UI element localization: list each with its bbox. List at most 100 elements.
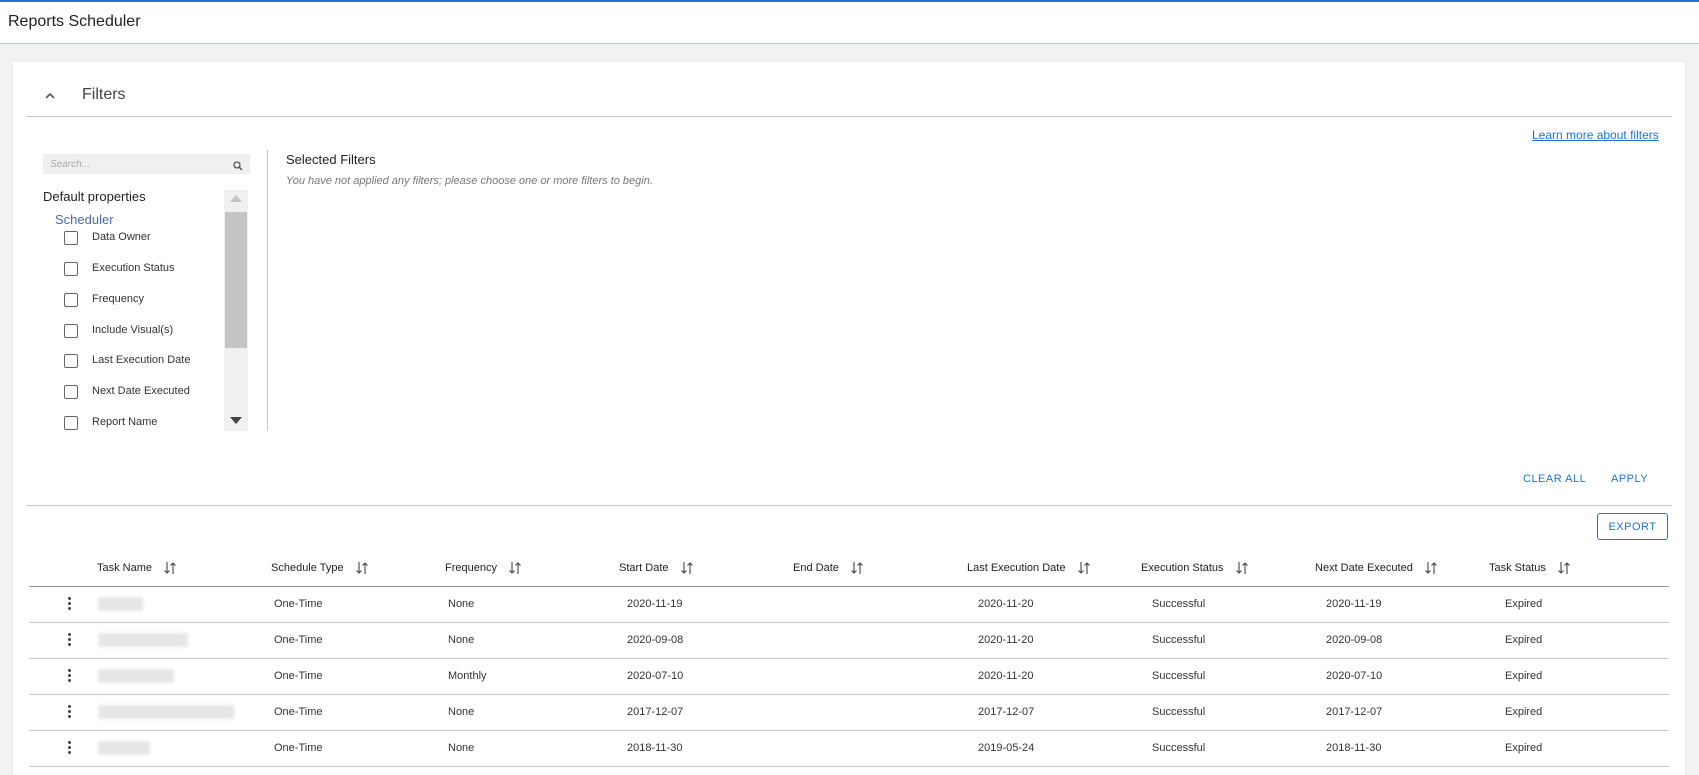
property-last-execution-date[interactable]: Last Execution Date — [64, 351, 224, 371]
cell-schedule-type: One-Time — [274, 742, 323, 754]
sort-icon[interactable] — [355, 561, 369, 575]
cell-start-date: 2020-07-10 — [627, 670, 684, 682]
property-label: Execution Status — [92, 262, 175, 274]
property-data-owner[interactable]: Data Owner — [64, 228, 224, 248]
sort-icon[interactable] — [1077, 561, 1091, 575]
cell-task-status: Expired — [1505, 598, 1543, 610]
table-row[interactable]: One-Time None 2018-11-30 2019-05-24 Succ… — [29, 731, 1669, 767]
kebab-menu-icon[interactable] — [66, 741, 72, 757]
property-include-visuals[interactable]: Include Visual(s) — [64, 321, 224, 341]
kebab-menu-icon[interactable] — [66, 669, 72, 685]
cell-next-date-executed: 2017-12-07 — [1326, 706, 1383, 718]
table-row[interactable]: One-Time Monthly 2020-07-10 2020-11-20 S… — [29, 659, 1669, 695]
cell-execution-status: Successful — [1152, 634, 1206, 646]
column-header-execution-status[interactable]: Execution Status — [1141, 561, 1249, 581]
cell-schedule-type: One-Time — [274, 670, 323, 682]
checkbox[interactable] — [64, 262, 78, 276]
filter-search-box[interactable] — [43, 154, 250, 174]
property-label: Frequency — [92, 293, 144, 305]
property-list-scrollbar[interactable] — [224, 190, 248, 431]
property-label: Report Name — [92, 416, 158, 428]
property-label: Include Visual(s) — [92, 324, 174, 336]
filter-search-input[interactable] — [44, 155, 229, 173]
cell-last-execution-date: 2020-11-20 — [978, 598, 1034, 610]
export-button[interactable]: EXPORT — [1597, 513, 1668, 540]
property-frequency[interactable]: Frequency — [64, 290, 224, 310]
scroll-thumb[interactable] — [225, 212, 247, 348]
cell-frequency: Monthly — [448, 670, 487, 682]
filters-title: Filters — [82, 86, 126, 103]
table-row[interactable]: One-Time None 2020-09-08 2020-11-20 Succ… — [29, 623, 1669, 659]
chevron-up-icon[interactable] — [44, 88, 56, 104]
cell-task-status: Expired — [1505, 742, 1543, 754]
task-name-redacted — [98, 597, 143, 611]
learn-more-link[interactable]: Learn more about filters — [1532, 128, 1659, 142]
column-header-schedule-type[interactable]: Schedule Type — [271, 561, 369, 581]
top-bar: Reports Scheduler — [0, 0, 1699, 44]
property-next-date-executed[interactable]: Next Date Executed — [64, 382, 224, 402]
column-header-task-name[interactable]: Task Name — [97, 561, 177, 581]
task-name-redacted — [98, 633, 188, 647]
selected-filters-title: Selected Filters — [286, 152, 376, 167]
section-divider — [26, 505, 1672, 506]
kebab-menu-icon[interactable] — [66, 705, 72, 721]
cell-start-date: 2018-11-30 — [627, 742, 683, 754]
column-header-last-execution-date[interactable]: Last Execution Date — [967, 561, 1091, 581]
cell-start-date: 2020-11-19 — [627, 598, 683, 610]
cell-last-execution-date: 2019-05-24 — [978, 742, 1035, 754]
sort-icon[interactable] — [850, 561, 864, 575]
sort-icon[interactable] — [1557, 561, 1571, 575]
cell-next-date-executed: 2020-11-19 — [1326, 598, 1382, 610]
cell-last-execution-date: 2017-12-07 — [978, 706, 1035, 718]
task-name-redacted — [98, 705, 234, 719]
checkbox[interactable] — [64, 416, 78, 430]
cell-frequency: None — [448, 706, 475, 718]
cell-execution-status: Successful — [1152, 598, 1206, 610]
kebab-menu-icon[interactable] — [66, 597, 72, 613]
column-header-frequency[interactable]: Frequency — [445, 561, 522, 581]
default-properties-label: Default properties — [43, 189, 146, 204]
checkbox[interactable] — [64, 293, 78, 307]
sort-icon[interactable] — [1235, 561, 1249, 575]
filters-header[interactable]: Filters — [26, 74, 1672, 117]
property-report-name[interactable]: Report Name — [64, 413, 224, 433]
sort-icon[interactable] — [508, 561, 522, 575]
checkbox[interactable] — [64, 385, 78, 399]
property-label: Data Owner — [92, 231, 151, 243]
column-header-task-status[interactable]: Task Status — [1489, 561, 1571, 581]
table-row[interactable]: One-Time None 2020-11-19 2020-11-20 Succ… — [29, 587, 1669, 623]
clear-all-button[interactable]: CLEAR ALL — [1523, 473, 1586, 485]
cell-execution-status: Successful — [1152, 670, 1206, 682]
selected-filters-empty-message: You have not applied any filters; please… — [286, 175, 653, 187]
cell-start-date: 2020-09-08 — [627, 634, 684, 646]
cell-frequency: None — [448, 634, 475, 646]
scroll-up-arrow-icon[interactable] — [230, 195, 242, 202]
checkbox[interactable] — [64, 324, 78, 338]
checkbox[interactable] — [64, 231, 78, 245]
apply-button[interactable]: APPLY — [1611, 473, 1648, 485]
cell-next-date-executed: 2018-11-30 — [1326, 742, 1382, 754]
cell-execution-status: Successful — [1152, 742, 1206, 754]
cell-frequency: None — [448, 742, 475, 754]
task-name-redacted — [98, 669, 174, 683]
task-name-redacted — [98, 741, 150, 755]
table-row[interactable]: One-Time None 2017-12-07 2017-12-07 Succ… — [29, 695, 1669, 731]
property-label: Last Execution Date — [92, 354, 191, 366]
column-header-next-date-executed[interactable]: Next Date Executed — [1315, 561, 1438, 581]
sort-icon[interactable] — [680, 561, 694, 575]
checkbox[interactable] — [64, 354, 78, 368]
sort-icon[interactable] — [1424, 561, 1438, 575]
scroll-down-arrow-icon[interactable] — [230, 417, 242, 424]
column-header-start-date[interactable]: Start Date — [619, 561, 694, 581]
kebab-menu-icon[interactable] — [66, 633, 72, 649]
cell-execution-status: Successful — [1152, 706, 1206, 718]
column-header-end-date[interactable]: End Date — [793, 561, 864, 581]
cell-task-status: Expired — [1505, 634, 1543, 646]
scheduler-group-label: Scheduler — [55, 212, 114, 227]
cell-next-date-executed: 2020-07-10 — [1326, 670, 1383, 682]
search-icon[interactable] — [233, 158, 245, 171]
sort-icon[interactable] — [163, 561, 177, 575]
cell-last-execution-date: 2020-11-20 — [978, 634, 1034, 646]
property-execution-status[interactable]: Execution Status — [64, 259, 224, 279]
main-card: Filters Learn more about filters Default… — [13, 62, 1685, 775]
